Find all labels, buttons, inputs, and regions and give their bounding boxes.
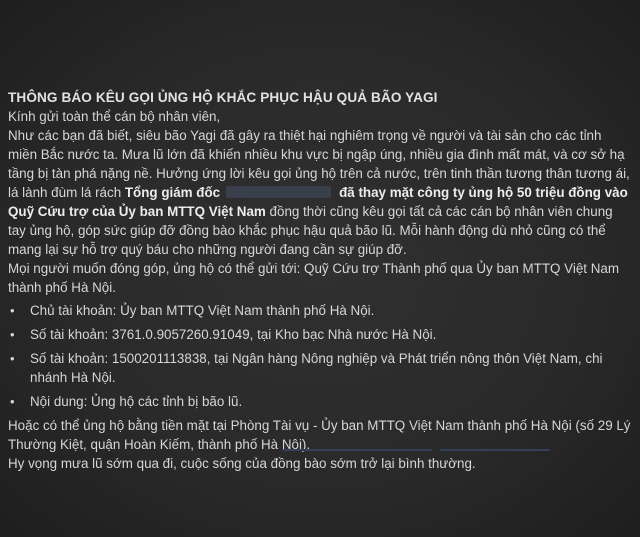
bullet-icon: • [10,303,15,318]
bullet-icon: • [10,394,15,409]
intro-paragraph: Như các bạn đã biết, siêu bão Yagi đã gâ… [8,126,632,259]
announcement-title: THÔNG BÁO KÊU GỌI ỦNG HỘ KHẮC PHỤC HẬU Q… [8,90,438,105]
bullet-icon: • [10,327,15,342]
contribution-info: Mọi người muốn đóng góp, ủng hộ có thể g… [8,261,619,295]
list-item: • Chủ tài khoản: Ủy ban MTTQ Việt Nam thà… [10,303,375,318]
list-item: • Nội dung: Ủng hộ các tỉnh bị bão lũ. [10,394,243,409]
redacted-name [226,186,332,198]
list-item: • Số tài khoản: 1500201113838, tại Ngân h… [10,351,603,385]
ceo-label: Tổng giám đốc [124,185,221,200]
greeting: Kính gửi toàn thể cán bộ nhân viên, [8,109,221,124]
decorative-underline [282,449,432,451]
bullet-icon: • [10,351,15,366]
account-list: • Chủ tài khoản: Ủy ban MTTQ Việt Nam thà… [8,301,632,411]
announcement-document: THÔNG BÁO KÊU GỌI ỦNG HỘ KHẮC PHỤC HẬU Q… [8,88,632,473]
decorative-underline [440,449,550,451]
list-item: • Số tài khoản: 3761.0.9057260.91049, tại… [10,327,437,342]
closing-line: Hy vọng mưa lũ sớm qua đi, cuộc sống của… [8,456,476,471]
